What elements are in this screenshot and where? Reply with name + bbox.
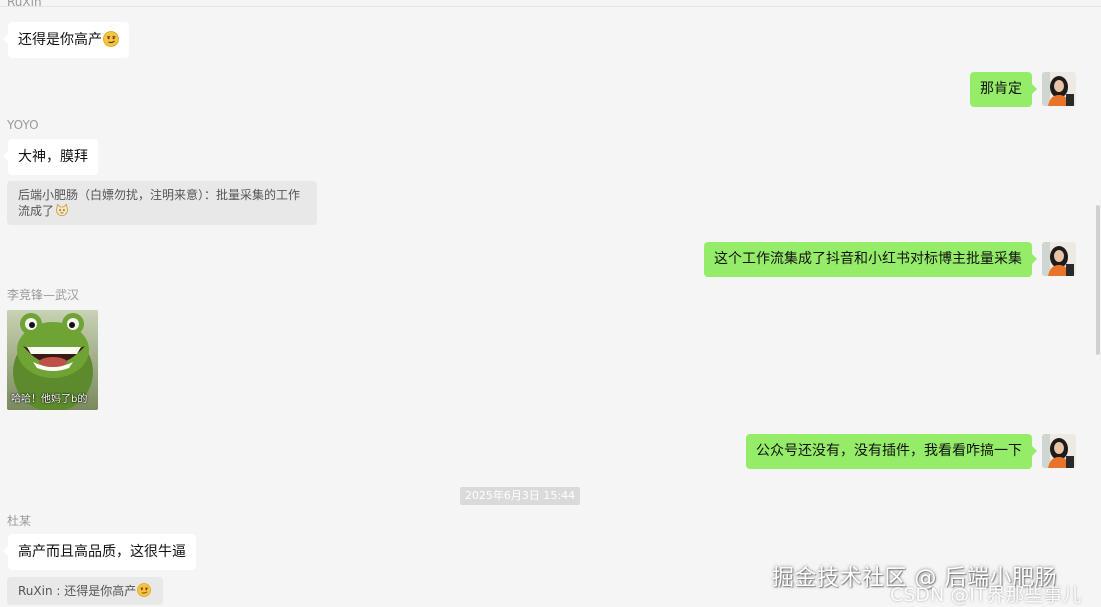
incoming-message-bubble[interactable]: 大神，膜拜 bbox=[3, 139, 98, 175]
sticker-caption: 哈哈！他妈了b的 bbox=[11, 394, 88, 405]
avatar[interactable] bbox=[1042, 242, 1076, 276]
outgoing-message-bubble[interactable]: 这个工作流集成了抖音和小红书对标博主批量采集 bbox=[704, 242, 1037, 277]
sender-name: 杜某 bbox=[7, 514, 32, 528]
outgoing-message-bubble[interactable]: 公众号还没有，没有插件，我看看咋搞一下 bbox=[746, 434, 1037, 469]
quoted-reply[interactable]: RuXin : 还得是你高产 bbox=[7, 577, 163, 605]
avatar-portrait-icon bbox=[1042, 242, 1076, 276]
message-text: 还得是你高产 bbox=[18, 32, 102, 48]
sticker-image[interactable]: 哈哈！他妈了b的 bbox=[7, 310, 98, 410]
avatar[interactable] bbox=[1042, 72, 1076, 106]
cat-emoji-icon bbox=[56, 203, 68, 217]
outgoing-message-bubble[interactable]: 那肯定 bbox=[970, 72, 1037, 107]
quoted-reply[interactable]: 后端小肥肠（白嫖勿扰，注明来意）：批量采集的工作 流成了 bbox=[7, 181, 317, 225]
message-text: 高产而且高品质，这很牛逼 bbox=[18, 544, 186, 560]
smirk-emoji-icon bbox=[103, 31, 119, 47]
sender-name-yoyo: YOYO bbox=[7, 118, 39, 132]
timestamp-divider: 2025年6月3日 15:44 bbox=[460, 487, 580, 505]
sender-name: 李竞锋—武汉 bbox=[7, 288, 80, 302]
incoming-message-bubble[interactable]: 还得是你高产 bbox=[3, 22, 129, 58]
message-text: 大神，膜拜 bbox=[18, 149, 88, 165]
scrollbar-thumb[interactable] bbox=[1096, 205, 1100, 355]
avatar[interactable] bbox=[1042, 434, 1076, 468]
message-text: 公众号还没有，没有插件，我看看咋搞一下 bbox=[756, 443, 1022, 459]
message-text: 那肯定 bbox=[980, 81, 1022, 97]
message-text: 这个工作流集成了抖音和小红书对标博主批量采集 bbox=[714, 251, 1022, 267]
quote-text-line-2: 流成了 bbox=[18, 204, 55, 218]
quote-text: RuXin : 还得是你高产 bbox=[18, 584, 137, 598]
avatar-portrait-icon bbox=[1042, 72, 1076, 106]
top-divider bbox=[0, 6, 1101, 7]
watermark-csdn: CSDN @IT界那些事儿 bbox=[890, 584, 1082, 606]
sender-name-ruxin: RuXin bbox=[7, 0, 42, 9]
incoming-message-bubble[interactable]: 高产而且高品质，这很牛逼 bbox=[3, 534, 196, 570]
smirk-emoji-icon bbox=[137, 583, 152, 597]
scrollbar[interactable] bbox=[1095, 0, 1101, 607]
quote-text-line-1: 后端小肥肠（白嫖勿扰，注明来意）：批量采集的工作 bbox=[18, 188, 301, 202]
avatar-portrait-icon bbox=[1042, 434, 1076, 468]
